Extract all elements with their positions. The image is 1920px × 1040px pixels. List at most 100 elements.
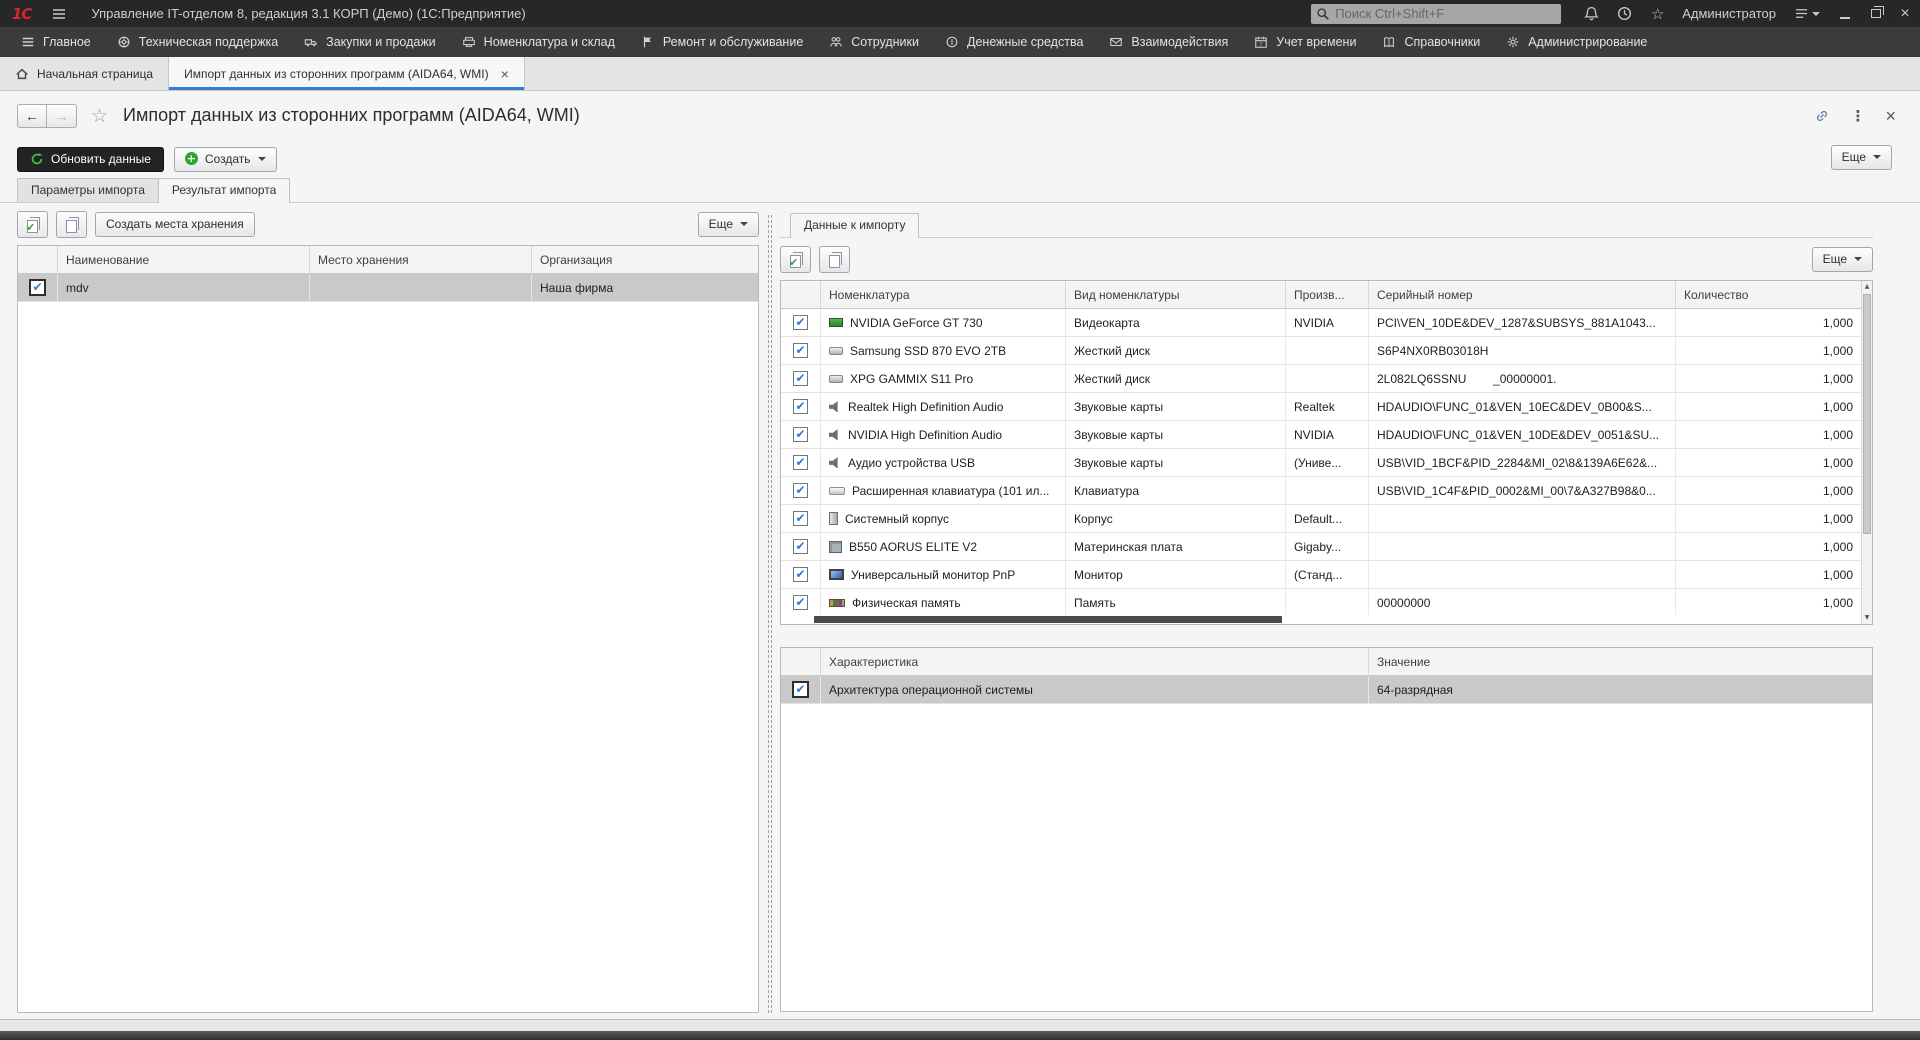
get-link-icon[interactable] <box>1814 108 1830 124</box>
row-checkbox[interactable] <box>793 315 808 330</box>
notifications-bell-icon[interactable] <box>1583 5 1600 22</box>
menu-item-admin[interactable]: Администрирование <box>1493 27 1660 57</box>
menu-item-money[interactable]: Денежные средства <box>932 27 1096 57</box>
header-nomenclature[interactable]: Номенклатура <box>821 281 1066 308</box>
panel-splitter[interactable] <box>759 203 780 1019</box>
current-user[interactable]: Администратор <box>1682 6 1776 21</box>
page-more-button[interactable]: Еще <box>1831 145 1892 170</box>
import-item-row[interactable]: Аудио устройства USBЗвуковые карты(Униве… <box>781 449 1872 477</box>
tab-close-icon[interactable]: × <box>501 67 509 81</box>
property-row[interactable]: Архитектура операционной системы64-разря… <box>781 676 1872 704</box>
row-checkbox[interactable] <box>793 399 808 414</box>
more-options-dots-icon[interactable]: ⋮ <box>1850 107 1865 125</box>
row-checkbox[interactable] <box>29 279 46 296</box>
menu-item-interactions[interactable]: Взаимодействия <box>1096 27 1241 57</box>
import-item-row[interactable]: B550 AORUS ELITE V2Материнская платаGiga… <box>781 533 1872 561</box>
cell-kind: Жесткий диск <box>1066 365 1286 392</box>
search-input[interactable] <box>1311 4 1561 24</box>
uncheck-all-items-button[interactable] <box>819 246 850 273</box>
minimize-button[interactable] <box>1830 2 1860 26</box>
menu-item-staff[interactable]: Сотрудники <box>816 27 932 57</box>
cell-serial-number <box>1369 561 1676 588</box>
row-checkbox[interactable] <box>793 539 808 554</box>
header-nomenclature-kind[interactable]: Вид номенклатуры <box>1066 281 1286 308</box>
import-item-row[interactable]: Realtek High Definition AudioЗвуковые ка… <box>781 393 1872 421</box>
storage-panel: Создать места хранения Еще Наименование … <box>17 203 759 1019</box>
cell-checkbox <box>781 505 821 532</box>
header-organization[interactable]: Организация <box>532 246 758 273</box>
header-storage-place[interactable]: Место хранения <box>310 246 532 273</box>
menu-item-stock[interactable]: Номенклатура и склад <box>449 27 628 57</box>
storage-more-caret-icon <box>740 222 748 226</box>
cell-checkbox <box>781 449 821 476</box>
menu-item-repair[interactable]: Ремонт и обслуживание <box>628 27 816 57</box>
history-icon[interactable] <box>1616 5 1633 22</box>
header-serial-number[interactable]: Серийный номер <box>1369 281 1676 308</box>
service-menu-icon[interactable] <box>1794 7 1820 20</box>
header-producer[interactable]: Произв... <box>1286 281 1369 308</box>
favorites-star-icon[interactable]: ☆ <box>1649 5 1666 22</box>
import-item-row[interactable]: Системный корпусКорпусDefault...1,000 <box>781 505 1872 533</box>
import-more-button[interactable]: Еще <box>1812 247 1873 272</box>
menu-item-time[interactable]: 7Учет времени <box>1241 27 1369 57</box>
storage-more-button[interactable]: Еще <box>698 212 759 237</box>
create-storage-button[interactable]: Создать места хранения <box>95 212 255 237</box>
cell-nomenclature: Универсальный монитор PnP <box>821 561 1066 588</box>
close-form-icon[interactable]: × <box>1885 107 1896 125</box>
header-value[interactable]: Значение <box>1369 648 1872 675</box>
row-checkbox[interactable] <box>793 343 808 358</box>
horizontal-scrollbar-thumb[interactable] <box>814 616 1282 623</box>
tab-home[interactable]: Начальная страница <box>0 57 169 90</box>
cell-producer: (Униве... <box>1286 449 1369 476</box>
header-quantity[interactable]: Количество <box>1676 281 1850 308</box>
row-checkbox[interactable] <box>793 483 808 498</box>
import-item-row[interactable]: Samsung SSD 870 EVO 2TBЖесткий дискS6P4N… <box>781 337 1872 365</box>
row-checkbox[interactable] <box>793 595 808 610</box>
forward-button[interactable]: → <box>47 104 77 128</box>
vertical-scrollbar-thumb[interactable] <box>1863 294 1871 534</box>
row-checkbox[interactable] <box>793 567 808 582</box>
horizontal-scrollbar[interactable] <box>781 615 1861 624</box>
row-checkbox[interactable] <box>792 681 809 698</box>
menu-item-purchases[interactable]: Закупки и продажи <box>291 27 449 57</box>
storage-row[interactable]: mdvНаша фирма <box>18 274 758 302</box>
check-all-items-button[interactable] <box>780 246 811 273</box>
refresh-data-button[interactable]: Обновить данные <box>17 147 164 172</box>
cell-producer: Default... <box>1286 505 1369 532</box>
row-checkbox[interactable] <box>793 427 808 442</box>
create-button[interactable]: + Создать <box>174 147 277 172</box>
import-item-row[interactable]: Физическая памятьПамять000000001,000 <box>781 589 1872 617</box>
import-items-body: NVIDIA GeForce GT 730ВидеокартаNVIDIAPCI… <box>781 309 1872 617</box>
gear-icon <box>1506 35 1520 49</box>
check-all-button[interactable] <box>17 211 48 238</box>
menu-item-main[interactable]: Главное <box>8 27 104 57</box>
menu-item-support[interactable]: Техническая поддержка <box>104 27 291 57</box>
tab-import-data[interactable]: Данные к импорту <box>790 213 919 238</box>
vertical-scrollbar[interactable]: ▲ ▼ <box>1861 281 1872 624</box>
menu-item-reference[interactable]: Справочники <box>1369 27 1493 57</box>
row-checkbox[interactable] <box>793 371 808 386</box>
add-favorite-star-icon[interactable]: ☆ <box>91 105 108 127</box>
tab-import-data[interactable]: Импорт данных из сторонних программ (AID… <box>169 57 525 90</box>
scroll-up-arrow-icon[interactable]: ▲ <box>1862 281 1872 293</box>
tab-import-params[interactable]: Параметры импорта <box>17 178 159 202</box>
header-characteristic[interactable]: Характеристика <box>821 648 1369 675</box>
row-checkbox[interactable] <box>793 511 808 526</box>
import-item-row[interactable]: XPG GAMMIX S11 ProЖесткий диск2L082LQ6SS… <box>781 365 1872 393</box>
cell-kind: Звуковые карты <box>1066 393 1286 420</box>
main-menu-icon[interactable] <box>51 6 67 22</box>
back-button[interactable]: ← <box>17 104 47 128</box>
import-item-row[interactable]: Универсальный монитор PnPМонитор(Станд..… <box>781 561 1872 589</box>
tab-import-result[interactable]: Результат импорта <box>158 178 290 203</box>
scroll-down-arrow-icon[interactable]: ▼ <box>1862 612 1872 624</box>
uncheck-all-button[interactable] <box>56 211 87 238</box>
row-checkbox[interactable] <box>793 455 808 470</box>
header-name[interactable]: Наименование <box>58 246 310 273</box>
import-item-row[interactable]: NVIDIA High Definition AudioЗвуковые кар… <box>781 421 1872 449</box>
maximize-button[interactable] <box>1860 2 1890 26</box>
cell-nomenclature: NVIDIA GeForce GT 730 <box>821 309 1066 336</box>
menu-item-label: Денежные средства <box>967 35 1083 49</box>
close-window-button[interactable]: × <box>1890 2 1920 26</box>
import-item-row[interactable]: Расширенная клавиатура (101 ил...Клавиат… <box>781 477 1872 505</box>
import-item-row[interactable]: NVIDIA GeForce GT 730ВидеокартаNVIDIAPCI… <box>781 309 1872 337</box>
